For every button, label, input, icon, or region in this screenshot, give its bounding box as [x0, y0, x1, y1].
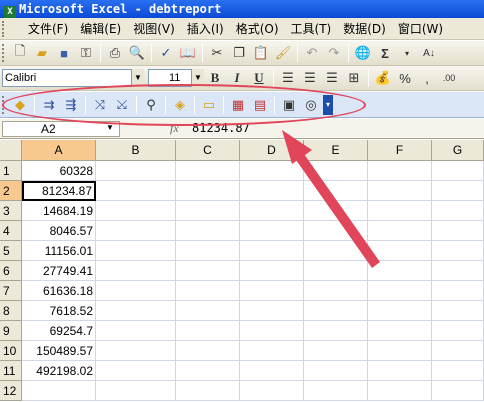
annotation-arrow: [282, 130, 380, 268]
